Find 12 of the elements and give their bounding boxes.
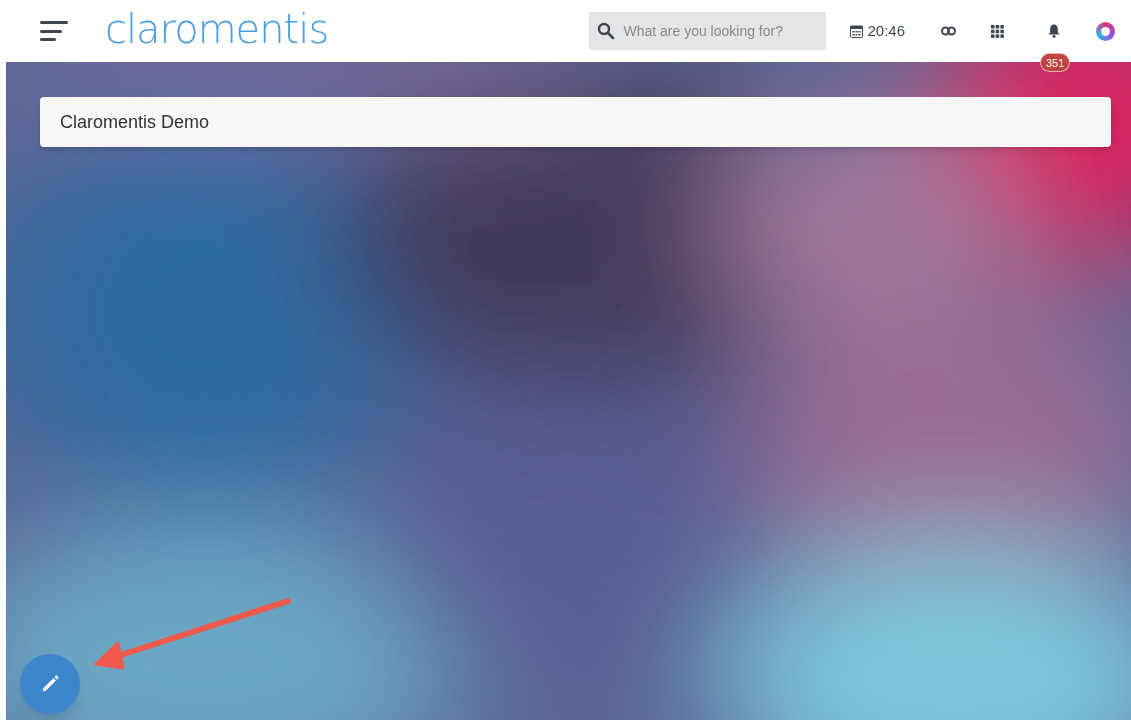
clock-time: 20:46 [867, 20, 905, 41]
logo[interactable]: claromentis [105, 9, 329, 53]
page-title: Claromentis Demo [60, 110, 210, 134]
pencil-icon [40, 674, 60, 694]
search-icon [597, 22, 616, 40]
link-icon[interactable] [941, 26, 956, 36]
avatar[interactable] [1096, 21, 1115, 41]
bell-icon[interactable] [1048, 24, 1060, 38]
search-field[interactable]: What are you looking for? [589, 12, 827, 50]
apps-grid-icon[interactable] [991, 24, 1004, 38]
calendar-icon [850, 24, 864, 38]
menu-icon[interactable] [40, 21, 68, 41]
